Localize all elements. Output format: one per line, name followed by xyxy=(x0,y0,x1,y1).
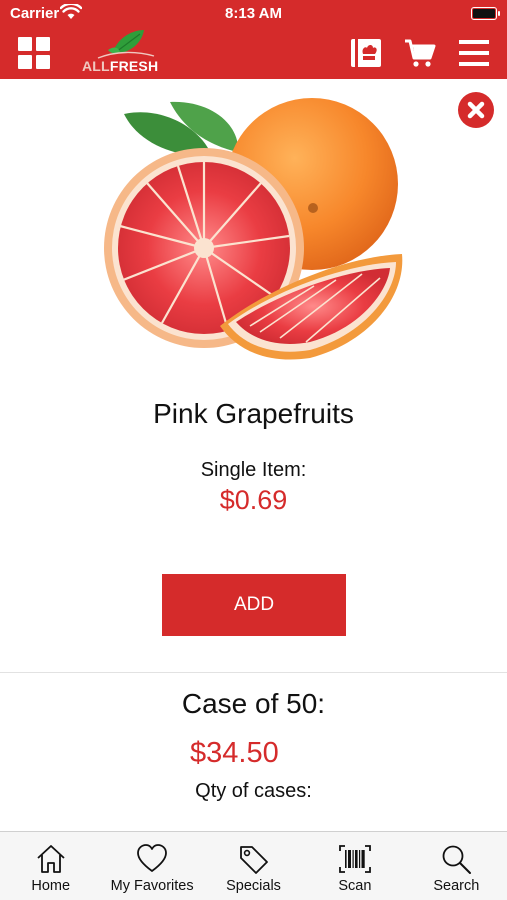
tab-label-specials: Specials xyxy=(226,878,281,894)
home-icon xyxy=(37,845,65,873)
barcode-icon xyxy=(339,845,371,873)
nav-bar: ALLFRESH xyxy=(0,28,507,79)
logo-brand: FRESH xyxy=(109,58,159,74)
logo-text: ALLFRESH xyxy=(82,58,158,74)
hamburger-menu-icon[interactable] xyxy=(457,36,491,70)
tab-search[interactable]: Search xyxy=(406,832,507,900)
tab-label-my-favorites: My Favorites xyxy=(110,878,194,894)
close-button[interactable] xyxy=(458,92,494,128)
product-title: Pink Grapefruits xyxy=(153,398,354,429)
add-button[interactable]: ADD xyxy=(162,574,346,636)
app-header: Carrier 8:13 AM ALLFRESH xyxy=(0,0,507,79)
grid-icon[interactable] xyxy=(18,37,50,69)
case-price: $34.50 xyxy=(190,737,279,769)
tab-label-search: Search xyxy=(433,878,480,894)
tab-specials[interactable]: Specials xyxy=(203,832,304,900)
heart-icon xyxy=(137,844,168,872)
section-divider xyxy=(0,672,507,673)
recipe-book-icon[interactable] xyxy=(349,36,383,70)
single-item-label: Single Item: xyxy=(200,459,307,481)
search-icon xyxy=(442,845,472,874)
tab-my-favorites[interactable]: My Favorites xyxy=(101,832,202,900)
close-icon xyxy=(467,101,485,119)
tab-home[interactable]: Home xyxy=(0,832,101,900)
status-time: 8:13 AM xyxy=(225,5,282,22)
logo-prefix: ALL xyxy=(82,58,110,74)
tab-scan[interactable]: Scan xyxy=(304,832,405,900)
status-bar: Carrier 8:13 AM xyxy=(0,0,507,28)
product-image xyxy=(104,98,403,360)
tab-label-scan: Scan xyxy=(338,878,372,894)
single-item-price: $0.69 xyxy=(219,485,288,515)
qty-of-cases-label: Qty of cases: xyxy=(195,780,312,802)
cart-icon[interactable] xyxy=(403,36,437,70)
battery-icon xyxy=(471,7,500,20)
case-label: Case of 50: xyxy=(181,688,326,719)
nav-actions xyxy=(349,36,491,70)
tag-icon xyxy=(239,846,268,874)
app-logo[interactable]: ALLFRESH xyxy=(82,28,166,76)
tab-bar: Home My Favorites Specials Scan Search xyxy=(0,831,507,900)
tab-label-home: Home xyxy=(31,878,71,894)
